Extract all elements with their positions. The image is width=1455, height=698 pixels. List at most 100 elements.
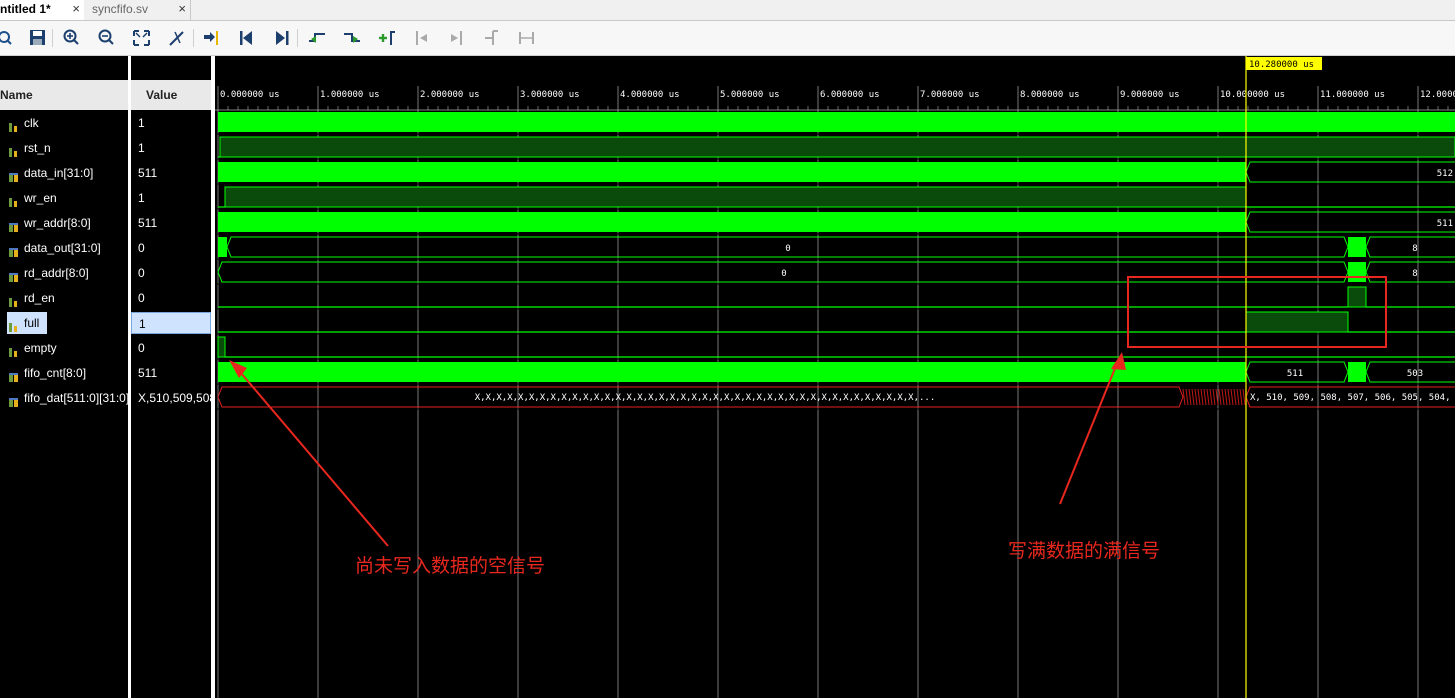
data-in-wave xyxy=(218,162,1246,182)
wr-addr-value-after: 511 xyxy=(1437,219,1453,229)
data-out-start xyxy=(218,237,227,257)
signal-name: wr_en xyxy=(24,191,57,205)
signal-value: 511 xyxy=(138,216,158,230)
name-header-label: Name xyxy=(0,88,33,102)
signal-row-rd-addr-8-0[interactable]: rd_addr[8:0] xyxy=(0,262,128,284)
save-icon[interactable] xyxy=(28,29,48,47)
fifo-dat-dense-transition xyxy=(1206,388,1210,406)
tab-label: ntitled 1* xyxy=(0,2,51,16)
fifo-dat-dense-transition xyxy=(1230,388,1234,406)
fifo-dat-dense-transition xyxy=(1197,388,1201,406)
signal-row-clk[interactable]: clk xyxy=(0,112,128,134)
signal-name: fifo_dat[511:0][31:0] xyxy=(24,391,128,405)
data-in-bus xyxy=(1245,161,1455,183)
close-icon[interactable]: × xyxy=(72,0,80,18)
go-to-cursor-icon[interactable] xyxy=(202,29,222,47)
bus-signal-icon xyxy=(8,368,20,382)
signal-value: 0 xyxy=(138,241,145,255)
bit-signal-icon xyxy=(8,118,20,132)
signal-row-data-in-31-0[interactable]: data_in[31:0] xyxy=(0,162,128,184)
zoom-in-icon[interactable] xyxy=(62,29,82,47)
time-tick-label: 6.000000 us xyxy=(820,90,880,100)
signal-value: 511 xyxy=(138,366,158,380)
signal-row-rd-en[interactable]: rd_en xyxy=(0,287,128,309)
editor-tab-bar: ntitled 1* × syncfifo.sv × xyxy=(0,0,1455,21)
signal-row-data-out-31-0[interactable]: data_out[31:0] xyxy=(0,237,128,259)
value-column-header[interactable]: Value xyxy=(131,80,211,110)
empty-high xyxy=(217,336,226,358)
time-tick-label: 7.000000 us xyxy=(920,90,980,100)
fifo-dat-dense-transition xyxy=(1215,388,1219,406)
cursor-time-label: 10.280000 us xyxy=(1249,60,1314,70)
next-marker-icon[interactable] xyxy=(447,29,467,47)
fifo-dat-dense-transition xyxy=(1209,388,1213,406)
empty-arrow-line xyxy=(234,365,389,547)
signal-row-fifo-cnt-8-0[interactable]: fifo_cnt[8:0] xyxy=(0,362,128,384)
swap-cursors-icon[interactable] xyxy=(482,29,502,47)
signal-name: rst_n xyxy=(24,141,51,155)
clk-wave xyxy=(218,112,1455,132)
close-icon[interactable]: × xyxy=(178,0,186,18)
time-tick-label: 3.000000 us xyxy=(520,90,580,100)
full-arrow-head xyxy=(1111,352,1126,370)
zoom-fit-icon[interactable] xyxy=(132,29,152,47)
fifo-dat-dense-transition xyxy=(1203,388,1207,406)
signal-name: rd_en xyxy=(24,291,55,305)
time-tick-label: 11.000000 us xyxy=(1320,90,1385,100)
go-to-start-icon[interactable] xyxy=(237,29,257,47)
bus-signal-icon xyxy=(8,393,20,407)
data-out-burst xyxy=(1348,237,1366,257)
full-high xyxy=(1245,311,1349,333)
time-tick-label: 0.000000 us xyxy=(220,90,280,100)
zoom-out-icon[interactable] xyxy=(97,29,117,47)
tab-label: syncfifo.sv xyxy=(92,2,149,16)
next-transition-icon[interactable] xyxy=(342,29,362,47)
signal-name: empty xyxy=(24,341,57,355)
rd-addr-burst xyxy=(1348,262,1366,282)
add-marker-icon[interactable] xyxy=(377,29,397,47)
rst-n-wave xyxy=(219,136,1455,158)
fifo-cnt-value-mid: 511 xyxy=(1287,369,1303,379)
signal-name: data_out[31:0] xyxy=(24,241,101,255)
wr-addr-bus xyxy=(1245,211,1455,233)
time-tick-label: 9.000000 us xyxy=(1120,90,1180,100)
signal-name: clk xyxy=(24,116,39,130)
fifo-dat-dense-transition xyxy=(1218,388,1222,406)
signal-row-empty[interactable]: empty xyxy=(0,337,128,359)
tab-syncfifo-sv[interactable]: syncfifo.sv × xyxy=(86,0,191,20)
search-icon[interactable] xyxy=(0,29,20,47)
data-out-bus-after xyxy=(1365,236,1455,258)
empty-signal-annotation: 尚未写入数据的空信号 xyxy=(355,556,546,577)
fifo-dat-dense-transition xyxy=(1191,388,1195,406)
wave-toolbar xyxy=(0,21,1455,56)
value-header-label: Value xyxy=(146,88,178,102)
bus-signal-icon xyxy=(8,243,20,257)
fifo-cnt-burst xyxy=(1348,362,1366,382)
signal-row-fifo-dat-511-0-31-0[interactable]: fifo_dat[511:0][31:0] xyxy=(0,387,128,409)
signal-row-wr-en[interactable]: wr_en xyxy=(0,187,128,209)
signal-row-wr-addr-8-0[interactable]: wr_addr[8:0] xyxy=(0,212,128,234)
signal-value: 511 xyxy=(138,166,158,180)
signal-name: full xyxy=(24,316,40,330)
marker-cursor-icon[interactable] xyxy=(167,29,187,47)
signal-value: 1 xyxy=(131,312,211,334)
signal-row-rst-n[interactable]: rst_n xyxy=(0,137,128,159)
signal-name: data_in[31:0] xyxy=(24,166,94,180)
previous-transition-icon[interactable] xyxy=(307,29,327,47)
fifo-dat-dense-transition xyxy=(1239,388,1243,406)
fifo-cnt-value-after: 503 xyxy=(1407,369,1423,379)
wr-en-wave xyxy=(224,186,1247,208)
data-in-value-after: 512 xyxy=(1437,169,1453,179)
signal-value: 0 xyxy=(138,266,145,280)
name-column-header[interactable]: Name xyxy=(0,80,128,110)
signal-name: fifo_cnt[8:0] xyxy=(24,366,87,380)
tab-untitled-1[interactable]: ntitled 1* × xyxy=(0,0,84,20)
fifo-dat-value-before: X,X,X,X,X,X,X,X,X,X,X,X,X,X,X,X,X,X,X,X,… xyxy=(475,393,936,403)
previous-marker-icon[interactable] xyxy=(412,29,432,47)
fifo-dat-dense-transition xyxy=(1224,388,1228,406)
signal-row-full[interactable]: full xyxy=(7,312,47,334)
time-tick-label: 4.000000 us xyxy=(620,90,680,100)
waveform-canvas[interactable]: 0.000000 us 1.000000 us 2.000000 us 3.00000… xyxy=(215,56,1455,698)
go-to-end-icon[interactable] xyxy=(272,29,292,47)
snap-to-transition-icon[interactable] xyxy=(517,29,537,47)
